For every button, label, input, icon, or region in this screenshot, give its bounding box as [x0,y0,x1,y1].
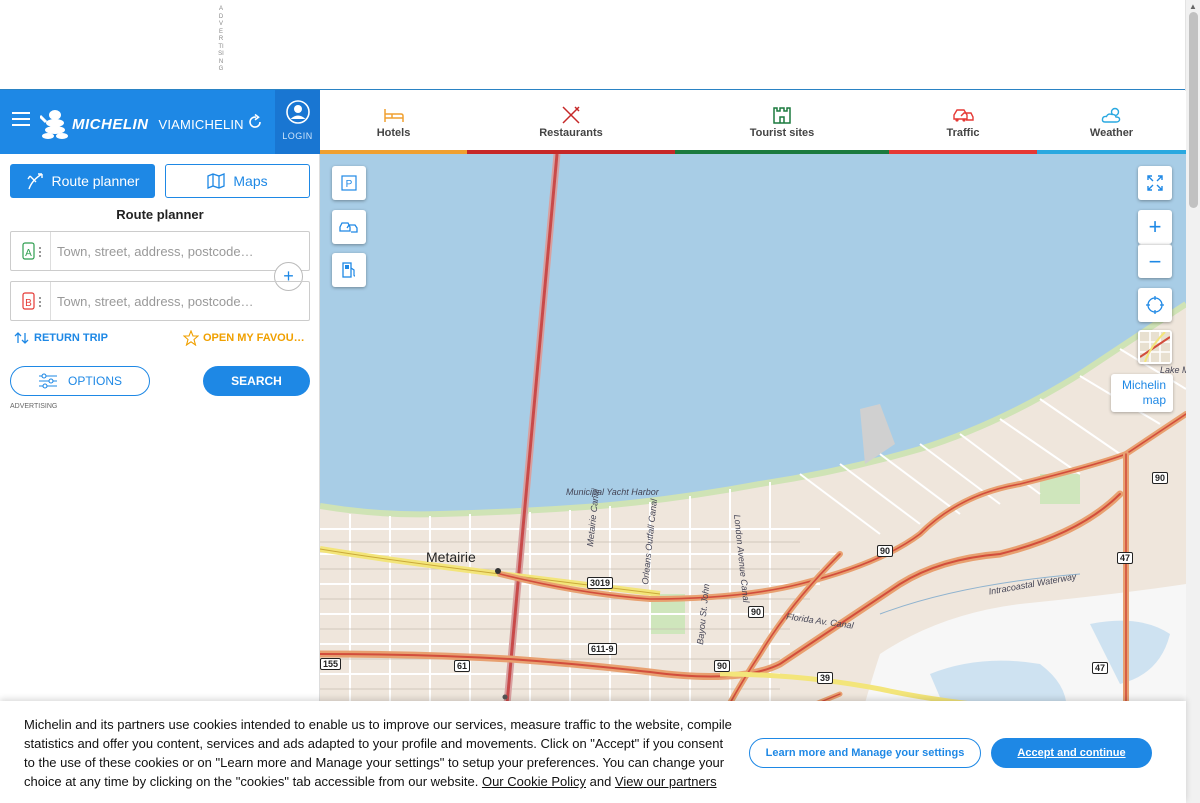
geolocate-button[interactable] [1138,288,1172,322]
crosshair-icon [1146,296,1164,314]
michelin-logo[interactable]: MICHELIN VIAMICHELIN [40,104,244,144]
tab-hotels[interactable]: Hotels [320,91,467,154]
advertising-strip: ADVERTISING [0,0,1186,90]
traffic-cars-icon [339,222,358,233]
advertising-label: ADVERTISING [10,403,58,410]
cookie-policy-link[interactable]: Our Cookie Policy [482,774,586,789]
route-shield: 90 [1152,472,1169,484]
options-button[interactable]: OPTIONS [10,366,150,396]
fuel-layer-button[interactable] [332,253,366,287]
tab-traffic[interactable]: Traffic [889,91,1037,154]
castle-icon [773,107,791,124]
zoom-in-button[interactable]: + [1138,210,1172,244]
city-label-metairie: Metairie [426,549,476,565]
brand-name: MICHELIN [72,115,149,133]
tab-restaurants[interactable]: Restaurants [467,91,675,154]
marker-b-icon[interactable]: B [11,282,51,320]
map-thumbnail-icon [1140,332,1170,362]
favourites-label: OPEN MY FAVOU… [203,332,305,344]
tab-label: Traffic [946,127,980,139]
route-icon [26,173,43,190]
tab-label: Weather [1089,127,1134,139]
traffic-layer-button[interactable] [332,210,366,244]
origin-input[interactable] [51,243,281,259]
route-shield: 90 [877,545,894,557]
scroll-thumb[interactable] [1189,12,1198,208]
marker-a-icon[interactable]: A [11,232,51,270]
tab-label: Hotels [376,127,411,139]
route-shield: 61 [454,660,471,672]
options-label: OPTIONS [67,374,122,388]
return-trip-link[interactable]: RETURN TRIP [14,331,108,345]
scroll-up-arrow-icon[interactable]: ▲ [1189,2,1197,11]
route-shield: 39 [817,672,834,684]
route-shield: 3019 [587,577,614,589]
open-favourites-link[interactable]: OPEN MY FAVOU… [183,330,311,346]
cookie-consent-banner: Michelin and its partners use cookies in… [0,701,1186,803]
svg-text:P: P [346,179,353,190]
tab-tourist-sites[interactable]: Tourist sites [675,91,889,154]
map-icon [207,173,226,189]
search-button[interactable]: SEARCH [203,366,310,396]
view-partners-link[interactable]: View our partners [615,774,717,789]
maps-label: Maps [233,173,268,189]
cookie-message: Michelin and its partners use cookies in… [24,715,736,791]
origin-field[interactable]: A [10,231,310,271]
sliders-icon [38,373,57,389]
menu-icon[interactable] [12,112,32,128]
bibendum-logo-icon [40,110,68,139]
car-crash-icon [953,109,974,122]
user-avatar-icon [285,100,310,124]
refresh-icon[interactable] [246,113,264,131]
advertising-vertical-label: ADVERTISING [218,6,224,72]
star-icon [183,330,199,346]
parking-icon: P [341,175,357,191]
login-label: LOGIN [282,131,313,141]
app-header: MICHELIN VIAMICHELIN [0,90,320,154]
route-planner-button[interactable]: Route planner [10,164,155,198]
learn-more-settings-button[interactable]: Learn more and Manage your settings [749,738,981,768]
expand-icon [1147,175,1163,191]
cookie-and-text: and [586,774,615,789]
page-scrollbar[interactable]: ▲ [1185,0,1200,803]
tab-label: Tourist sites [749,127,815,139]
maps-button[interactable]: Maps [165,164,310,198]
destination-input[interactable] [51,293,281,309]
svg-text:B: B [25,298,32,309]
map-label-yacht-harbor: Municipal Yacht Harbor [566,487,659,497]
cutlery-icon [562,106,580,124]
product-name: VIAMICHELIN [158,116,244,132]
fullscreen-button[interactable] [1138,166,1172,200]
destination-field[interactable]: B [10,281,310,321]
zoom-out-button[interactable]: − [1138,244,1172,278]
michelin-map-label[interactable]: Michelin map [1111,374,1173,412]
category-tabs: Hotels Restaurants Tourist sites Traffic… [320,91,1186,154]
route-shield: 47 [1092,662,1109,674]
return-trip-label: RETURN TRIP [34,332,108,344]
route-shield: 90 [714,660,731,672]
tab-weather[interactable]: Weather [1037,91,1186,154]
route-shield: 611-9 [588,643,617,655]
route-shield: 47 [1117,552,1134,564]
svg-text:A: A [25,248,32,259]
bed-icon [383,109,404,122]
map-style-thumbnail[interactable] [1138,330,1172,364]
parking-layer-button[interactable]: P [332,166,366,200]
route-shield: 90 [748,606,765,618]
cloud-sun-icon [1101,107,1120,123]
login-button[interactable]: LOGIN [275,90,320,154]
panel-title: Route planner [116,207,204,222]
swap-icon [14,332,29,344]
fuel-pump-icon [342,262,356,278]
route-planner-label: Route planner [51,173,140,189]
route-shield: 155 [320,658,342,670]
accept-cookies-button[interactable]: Accept and continue [991,738,1152,768]
tab-label: Restaurants [539,127,603,139]
